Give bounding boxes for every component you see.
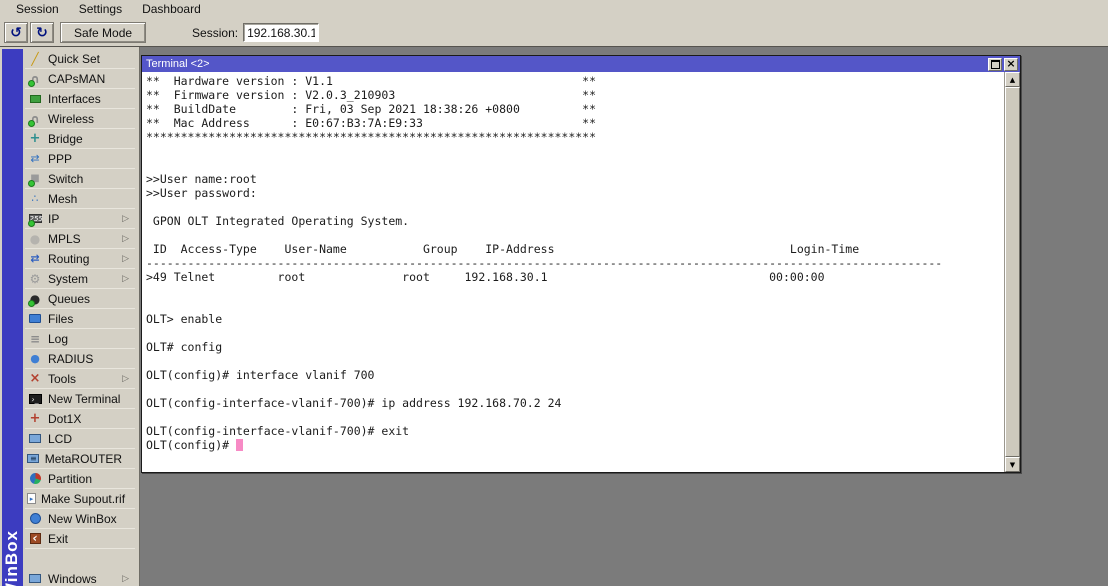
menu-settings[interactable]: Settings (69, 1, 132, 18)
terminal-prompt: OLT(config)# (146, 438, 237, 452)
sidebar-item-lcd[interactable]: LCD (25, 429, 135, 449)
sidebar-item-dot1x[interactable]: + Dot1X (25, 409, 135, 429)
winbox-app: Session Settings Dashboard ↺ ↻ Safe Mode… (0, 0, 1108, 586)
sidebar: WinBox ╱ Quick Set ∩ CAPsMAN Interfaces … (0, 47, 140, 586)
scrollbar-thumb[interactable] (1005, 87, 1020, 457)
sidebar-item-capsman[interactable]: ∩ CAPsMAN (25, 69, 135, 89)
sidebar-item-windows[interactable]: Windows (25, 569, 135, 586)
menu-dashboard[interactable]: Dashboard (132, 1, 211, 18)
toolbar: ↺ ↻ Safe Mode Session: (0, 19, 1108, 47)
submenu-arrow-icon (122, 374, 129, 384)
terminal-cursor (236, 439, 244, 451)
windows-icon (27, 571, 43, 586)
sidebar-item-mpls[interactable]: ● MPLS (25, 229, 135, 249)
log-list-icon: ≡ (29, 331, 41, 346)
submenu-arrow-icon (122, 274, 129, 284)
sidebar-item-partition[interactable]: Partition (25, 469, 135, 489)
terminal-output: ** Hardware version : V1.1 ** ** Firmwar… (146, 74, 943, 438)
supout-file-icon: ▸ (27, 491, 36, 506)
sidebar-item-ip[interactable]: 255 IP (25, 209, 135, 229)
sidebar-item-interfaces[interactable]: Interfaces (25, 89, 135, 109)
redo-icon: ↻ (36, 24, 48, 41)
main-area: WinBox ╱ Quick Set ∩ CAPsMAN Interfaces … (0, 47, 1108, 586)
system-gear-icon: ⚙ (29, 271, 41, 286)
sidebar-item-system[interactable]: ⚙ System (25, 269, 135, 289)
sidebar-item-quick-set[interactable]: ╱ Quick Set (25, 49, 135, 69)
sidebar-item-routing[interactable]: ⇄ Routing (25, 249, 135, 269)
sidebar-item-switch[interactable]: ■ Switch (25, 169, 135, 189)
maximize-button[interactable] (988, 57, 1002, 71)
sidebar-item-ppp[interactable]: ⇄ PPP (25, 149, 135, 169)
dot1x-icon: + (29, 411, 41, 426)
redo-button[interactable]: ↻ (30, 22, 54, 43)
menu-session[interactable]: Session (6, 1, 69, 18)
safe-mode-button[interactable]: Safe Mode (60, 22, 147, 43)
files-folder-icon (27, 311, 43, 326)
routing-arrows-icon: ⇄ (30, 252, 40, 265)
terminal-title: Terminal <2> (146, 58, 210, 70)
undo-icon: ↺ (10, 24, 22, 41)
ppp-icon: ⇄ (30, 152, 40, 165)
winbox-brand-strip: WinBox (2, 49, 23, 586)
magic-wand-icon: ╱ (31, 51, 39, 66)
submenu-arrow-icon (122, 574, 129, 584)
sidebar-item-queues[interactable]: ● Queues (25, 289, 135, 309)
menubar: Session Settings Dashboard (0, 0, 1108, 19)
bridge-icon: + (29, 131, 41, 146)
sidebar-item-exit[interactable]: ‹ Exit (25, 529, 135, 549)
mpls-globe-icon: ● (29, 231, 41, 246)
sidebar-item-new-terminal[interactable]: ›_ New Terminal (25, 389, 135, 409)
terminal-icon: ›_ (27, 391, 43, 406)
submenu-arrow-icon (122, 234, 129, 244)
close-icon (1006, 59, 1015, 69)
wireless-antenna-icon: ∩ (27, 111, 43, 127)
tools-icon: × (29, 371, 41, 386)
sidebar-item-bridge[interactable]: + Bridge (25, 129, 135, 149)
terminal-window: Terminal <2> ** Hardware version : V1.1 (141, 55, 1021, 473)
sidebar-item-log[interactable]: ≡ Log (25, 329, 135, 349)
sidebar-item-tools[interactable]: × Tools (25, 369, 135, 389)
winbox-brand-label: WinBox (2, 529, 21, 586)
sidebar-item-files[interactable]: Files (25, 309, 135, 329)
scroll-down-icon[interactable] (1005, 457, 1020, 472)
workspace: Terminal <2> ** Hardware version : V1.1 (140, 47, 1108, 586)
sidebar-item-new-winbox[interactable]: New WinBox (25, 509, 135, 529)
capsman-antenna-icon: ∩ (27, 71, 43, 87)
sidebar-menu: ╱ Quick Set ∩ CAPsMAN Interfaces ∩ Wirel… (25, 49, 135, 586)
maximize-icon (990, 59, 1000, 69)
exit-door-icon: ‹ (27, 531, 43, 546)
switch-icon: ■ (27, 171, 43, 187)
sidebar-item-radius[interactable]: ● RADIUS (25, 349, 135, 369)
ip-255-icon: 255 (27, 211, 43, 227)
lcd-icon (27, 431, 43, 446)
queues-gauge-icon: ● (28, 291, 41, 307)
winbox-globe-icon (27, 511, 43, 526)
sidebar-item-wireless[interactable]: ∩ Wireless (25, 109, 135, 129)
sidebar-item-make-supout-rif[interactable]: ▸ Make Supout.rif (25, 489, 135, 509)
metarouter-icon: ≡ (27, 451, 40, 466)
terminal-prompt-line: OLT(config)# (146, 438, 1004, 452)
radius-user-icon: ● (30, 352, 40, 365)
submenu-arrow-icon (122, 254, 129, 264)
sidebar-item-mesh[interactable]: ∴ Mesh (25, 189, 135, 209)
terminal-titlebar[interactable]: Terminal <2> (142, 56, 1020, 72)
terminal-title-buttons (988, 57, 1018, 71)
partition-pie-icon (27, 471, 43, 486)
session-input[interactable] (243, 23, 320, 42)
terminal-console[interactable]: ** Hardware version : V1.1 ** ** Firmwar… (142, 72, 1004, 472)
session-label: Session: (192, 25, 239, 40)
interfaces-icon (27, 91, 43, 106)
mesh-icon: ∴ (31, 192, 39, 205)
scroll-up-icon[interactable] (1005, 72, 1020, 87)
terminal-scrollbar[interactable] (1004, 72, 1020, 472)
submenu-arrow-icon (122, 214, 129, 224)
close-button[interactable] (1004, 57, 1018, 71)
undo-button[interactable]: ↺ (4, 22, 28, 43)
sidebar-item-metarouter[interactable]: ≡ MetaROUTER (25, 449, 135, 469)
